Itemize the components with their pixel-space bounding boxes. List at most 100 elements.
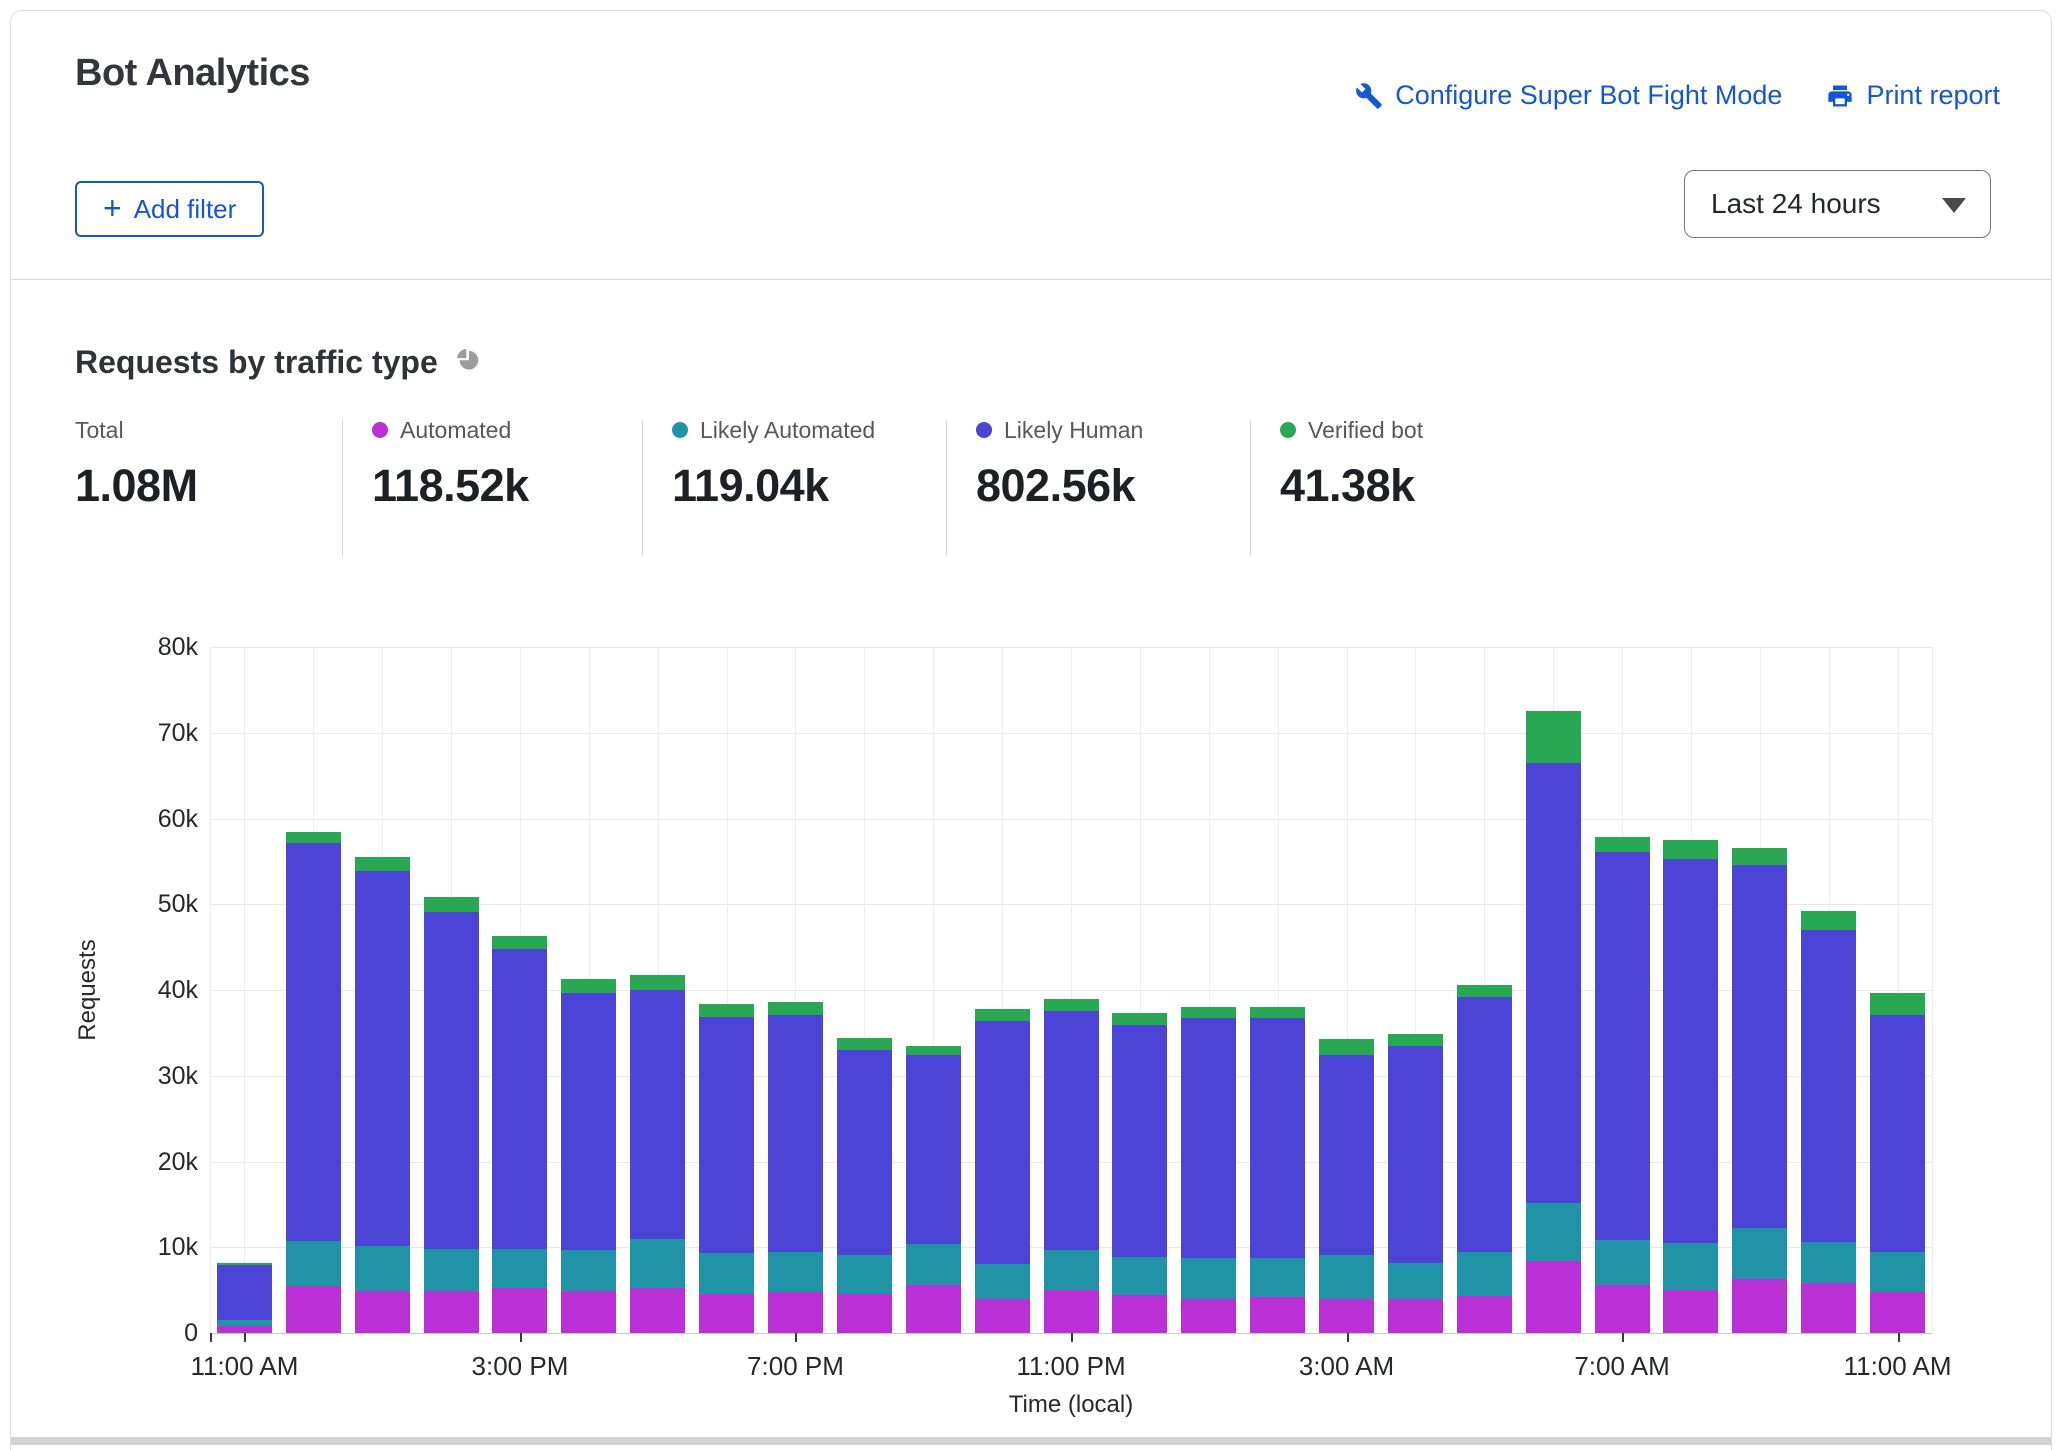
bar-segment-likely-human[interactable]: [1732, 865, 1787, 1228]
bar-segment-likely-human[interactable]: [1526, 763, 1581, 1203]
time-range-dropdown[interactable]: Last 24 hours: [1684, 170, 1991, 238]
bar-segment-verified-bot[interactable]: [1870, 993, 1925, 1014]
bar-segment-likely-human[interactable]: [1595, 852, 1650, 1240]
bar-segment-likely-automated[interactable]: [1181, 1258, 1236, 1298]
bar-segment-likely-human[interactable]: [1044, 1011, 1099, 1251]
stat-automated[interactable]: Automated 118.52k: [372, 414, 529, 512]
bar-segment-verified-bot[interactable]: [837, 1038, 892, 1050]
bar-segment-likely-human[interactable]: [768, 1015, 823, 1252]
bar-segment-verified-bot[interactable]: [1526, 711, 1581, 762]
bar-segment-likely-automated[interactable]: [630, 1239, 685, 1288]
bar-segment-verified-bot[interactable]: [1801, 911, 1856, 930]
bar-segment-likely-automated[interactable]: [975, 1264, 1030, 1299]
bar-segment-automated[interactable]: [1595, 1285, 1650, 1333]
bar-segment-likely-automated[interactable]: [561, 1250, 616, 1291]
stat-likely-automated[interactable]: Likely Automated 119.04k: [672, 414, 875, 512]
bar-segment-likely-automated[interactable]: [492, 1249, 547, 1288]
bar-segment-verified-bot[interactable]: [1181, 1007, 1236, 1018]
bar-segment-verified-bot[interactable]: [906, 1046, 961, 1055]
bar-segment-likely-automated[interactable]: [1112, 1257, 1167, 1296]
bar-segment-verified-bot[interactable]: [217, 1263, 272, 1266]
bar-segment-automated[interactable]: [699, 1294, 754, 1333]
bar-segment-automated[interactable]: [1663, 1290, 1718, 1333]
bar-segment-verified-bot[interactable]: [424, 897, 479, 912]
bar-segment-automated[interactable]: [1319, 1299, 1374, 1333]
bar-segment-verified-bot[interactable]: [561, 979, 616, 993]
bar-segment-likely-automated[interactable]: [1595, 1240, 1650, 1285]
bar-segment-verified-bot[interactable]: [699, 1004, 754, 1018]
bar-segment-automated[interactable]: [630, 1288, 685, 1333]
add-filter-button[interactable]: + Add filter: [75, 181, 264, 237]
bar-segment-verified-bot[interactable]: [286, 832, 341, 843]
bar-segment-likely-human[interactable]: [355, 871, 410, 1247]
bar-segment-automated[interactable]: [1112, 1295, 1167, 1333]
bar-segment-automated[interactable]: [1250, 1297, 1305, 1333]
bar-segment-automated[interactable]: [906, 1285, 961, 1333]
bar-segment-likely-automated[interactable]: [355, 1246, 410, 1291]
bar-segment-automated[interactable]: [1457, 1296, 1512, 1333]
bar-segment-likely-human[interactable]: [630, 990, 685, 1239]
stat-likely-human[interactable]: Likely Human 802.56k: [976, 414, 1143, 512]
bar-segment-verified-bot[interactable]: [1457, 985, 1512, 997]
bar-segment-likely-automated[interactable]: [837, 1255, 892, 1294]
bar-segment-likely-automated[interactable]: [1319, 1255, 1374, 1299]
bar-segment-likely-human[interactable]: [1388, 1046, 1443, 1263]
bar-segment-likely-human[interactable]: [975, 1021, 1030, 1264]
bar-segment-automated[interactable]: [1732, 1279, 1787, 1333]
print-report-link[interactable]: Print report: [1826, 80, 2000, 111]
bar-segment-verified-bot[interactable]: [1663, 840, 1718, 859]
bar-segment-likely-human[interactable]: [1801, 930, 1856, 1242]
bar-segment-likely-human[interactable]: [1112, 1025, 1167, 1257]
bar-segment-verified-bot[interactable]: [1112, 1013, 1167, 1025]
bar-segment-automated[interactable]: [1181, 1299, 1236, 1333]
bar-segment-likely-human[interactable]: [424, 912, 479, 1249]
bar-segment-likely-human[interactable]: [837, 1050, 892, 1255]
bar-segment-likely-human[interactable]: [699, 1017, 754, 1253]
bar-segment-likely-automated[interactable]: [1457, 1252, 1512, 1297]
bar-segment-likely-automated[interactable]: [286, 1241, 341, 1286]
bar-segment-likely-human[interactable]: [1181, 1018, 1236, 1258]
bar-segment-likely-human[interactable]: [561, 993, 616, 1250]
bar-segment-automated[interactable]: [768, 1292, 823, 1333]
bar-segment-automated[interactable]: [1388, 1299, 1443, 1333]
bar-segment-likely-human[interactable]: [1663, 859, 1718, 1243]
bar-segment-likely-human[interactable]: [1457, 997, 1512, 1252]
bar-segment-likely-automated[interactable]: [1388, 1263, 1443, 1299]
bar-segment-verified-bot[interactable]: [492, 936, 547, 949]
bar-segment-likely-human[interactable]: [1870, 1015, 1925, 1252]
bar-segment-automated[interactable]: [1870, 1292, 1925, 1333]
bar-segment-automated[interactable]: [492, 1288, 547, 1333]
bar-segment-verified-bot[interactable]: [975, 1009, 1030, 1021]
bar-segment-likely-automated[interactable]: [424, 1249, 479, 1291]
bar-segment-verified-bot[interactable]: [1388, 1034, 1443, 1046]
bar-segment-automated[interactable]: [1044, 1290, 1099, 1333]
bar-segment-verified-bot[interactable]: [1319, 1039, 1374, 1055]
bar-segment-verified-bot[interactable]: [1044, 999, 1099, 1011]
bar-segment-likely-human[interactable]: [906, 1055, 961, 1244]
bar-segment-likely-automated[interactable]: [1526, 1203, 1581, 1261]
bar-segment-likely-human[interactable]: [217, 1265, 272, 1320]
bar-segment-verified-bot[interactable]: [1250, 1007, 1305, 1018]
bar-segment-likely-automated[interactable]: [1870, 1252, 1925, 1292]
bar-segment-verified-bot[interactable]: [1595, 837, 1650, 852]
bar-segment-verified-bot[interactable]: [1732, 848, 1787, 865]
bar-segment-likely-automated[interactable]: [1250, 1258, 1305, 1297]
bar-segment-automated[interactable]: [1801, 1283, 1856, 1333]
bar-segment-likely-automated[interactable]: [1801, 1242, 1856, 1283]
bar-segment-verified-bot[interactable]: [630, 975, 685, 990]
bar-segment-automated[interactable]: [561, 1291, 616, 1333]
bar-segment-verified-bot[interactable]: [355, 857, 410, 871]
stat-verified-bot[interactable]: Verified bot 41.38k: [1280, 414, 1423, 512]
bar-segment-automated[interactable]: [1526, 1261, 1581, 1333]
bar-segment-likely-automated[interactable]: [699, 1253, 754, 1293]
bar-segment-likely-automated[interactable]: [768, 1252, 823, 1292]
bar-segment-likely-automated[interactable]: [1732, 1228, 1787, 1279]
bar-segment-likely-human[interactable]: [492, 949, 547, 1249]
bar-segment-likely-human[interactable]: [1250, 1018, 1305, 1258]
bar-segment-likely-human[interactable]: [1319, 1055, 1374, 1255]
bar-segment-automated[interactable]: [286, 1286, 341, 1333]
bar-segment-likely-automated[interactable]: [1044, 1250, 1099, 1290]
bar-segment-likely-automated[interactable]: [217, 1320, 272, 1326]
bar-segment-automated[interactable]: [837, 1294, 892, 1333]
bar-segment-likely-automated[interactable]: [906, 1244, 961, 1285]
